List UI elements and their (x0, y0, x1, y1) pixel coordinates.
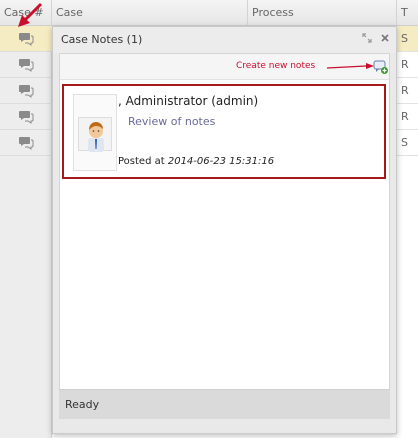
dialog-tools (362, 33, 390, 45)
chat-icon (19, 32, 34, 46)
pointer-arrow-icon (18, 2, 43, 27)
note-item: , Administrator (admin) Review of notes … (70, 92, 379, 174)
table-cell[interactable]: S (397, 130, 418, 156)
note-text: Review of notes (128, 115, 216, 128)
dialog-body: Create new notes , Administrator (admin)… (59, 53, 390, 415)
chat-icon (19, 110, 34, 124)
add-note-button[interactable] (373, 59, 389, 75)
chat-icon (19, 58, 34, 72)
create-notes-hint: Create new notes (236, 61, 316, 71)
add-note-icon (373, 60, 388, 74)
avatar (78, 117, 112, 152)
chat-icon (19, 136, 34, 150)
close-icon[interactable] (380, 33, 390, 45)
notes-icon-column (0, 26, 52, 438)
case-notes-button[interactable] (0, 52, 52, 78)
column-case[interactable]: Case (52, 0, 248, 26)
case-notes-button[interactable] (0, 78, 52, 104)
table-cell[interactable]: S (397, 26, 418, 52)
posted-label: Posted at (118, 156, 168, 167)
avatar-frame (73, 94, 117, 171)
task-column: S R R R S (397, 26, 418, 438)
hint-arrow-icon (326, 63, 374, 69)
case-notes-button[interactable] (0, 130, 52, 156)
column-process[interactable]: Process (248, 0, 397, 26)
case-notes-button[interactable] (0, 104, 52, 130)
notes-toolbar: Create new notes (60, 54, 389, 80)
restore-icon[interactable] (362, 33, 372, 45)
column-task[interactable]: T (397, 0, 418, 26)
table-cell[interactable]: R (397, 52, 418, 78)
table-cell[interactable]: R (397, 104, 418, 130)
chat-icon (19, 84, 34, 98)
grid-header: Case # Case Process T (0, 0, 418, 26)
note-highlight: , Administrator (admin) Review of notes … (62, 84, 386, 179)
note-timestamp: Posted at 2014-06-23 15:31:16 (118, 156, 274, 167)
status-bar: Ready (59, 389, 390, 419)
table-cell[interactable]: R (397, 78, 418, 104)
note-author: , Administrator (admin) (118, 94, 259, 108)
posted-date: 2014-06-23 15:31:16 (167, 156, 275, 167)
case-notes-dialog: Case Notes (1) Create new notes , Admini… (52, 26, 397, 434)
user-avatar-icon (88, 122, 104, 152)
dialog-title: Case Notes (1) (53, 27, 396, 53)
